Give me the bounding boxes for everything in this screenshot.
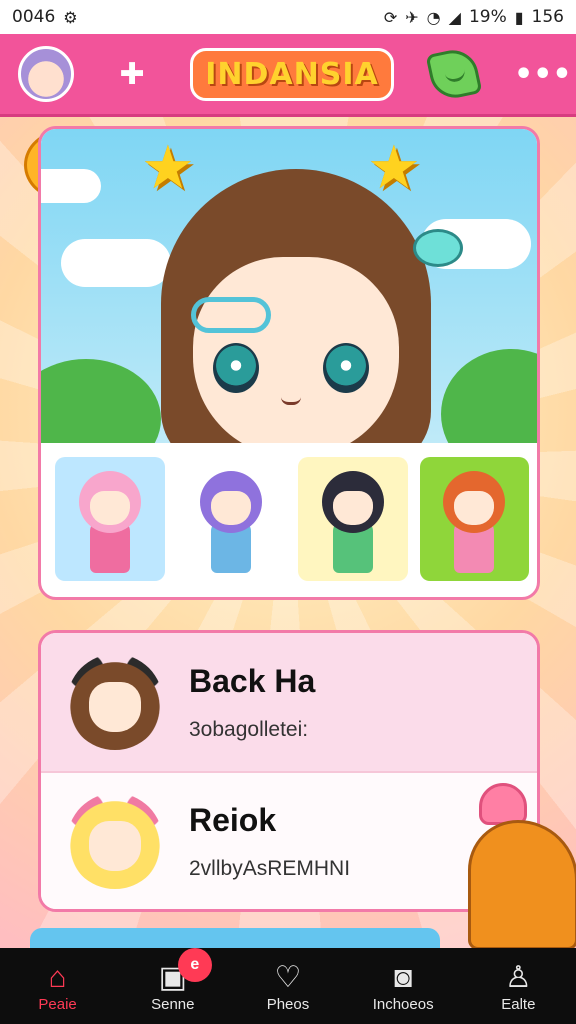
featured-character-illustration: ★ ★ xyxy=(41,129,537,443)
character-thumbnail-purple-haired-character[interactable] xyxy=(176,457,286,581)
nav-label: Senne xyxy=(151,995,195,1013)
settings-icon: ⚙ xyxy=(63,7,78,27)
star-icon: ★ xyxy=(141,133,195,203)
character-list: Back Ha 3obagolletei: Reiok 2vllbyAsREMH… xyxy=(38,630,540,912)
wifi-icon: ◔ xyxy=(426,7,441,27)
list-item-title: Back Ha xyxy=(189,662,316,699)
profile-avatar[interactable] xyxy=(18,46,74,102)
app-header: ✚ INDANSIA ••• xyxy=(0,34,576,114)
list-item[interactable]: Reiok 2vllbyAsREMHNI xyxy=(41,771,537,909)
bottom-navigation: ⌂ Peaie e ▣ Senne ♡ Pheos ◙ Inchoeos ♙ E… xyxy=(0,947,576,1024)
character-thumbnail-black-haired-character[interactable] xyxy=(298,457,408,581)
nav-inchoeos[interactable]: ◙ Inchoeos xyxy=(348,960,458,1013)
character-thumbnail-orange-haired-character[interactable] xyxy=(419,457,529,581)
list-item[interactable]: Back Ha 3obagolletei: xyxy=(41,633,537,771)
battery-icon: ▮ xyxy=(514,7,524,27)
list-item-subtitle: 3obagolletei: xyxy=(189,717,309,741)
list-item-title: Reiok xyxy=(189,801,277,838)
nav-senne[interactable]: e ▣ Senne xyxy=(118,947,228,1013)
nav-label: Pheos xyxy=(266,995,310,1013)
character-thumbnail-strip xyxy=(55,457,529,581)
signal-icon: ◢ xyxy=(448,7,461,27)
list-item-subtitle: 2vllbyAsREMHNI xyxy=(189,856,351,880)
app-brand-logo: INDANSIA xyxy=(190,47,394,101)
home-icon: ⌂ xyxy=(48,960,67,994)
nav-home[interactable]: ⌂ Peaie xyxy=(3,960,113,1013)
more-options-button[interactable]: ••• xyxy=(514,57,572,92)
status-bar: 0046 ⚙ ⟳ ✈ ◔ ◢ 19% ▮ 156 xyxy=(0,0,576,34)
notification-badge: e xyxy=(177,947,212,982)
add-button[interactable]: ✚ xyxy=(110,57,154,92)
hair-bow-icon xyxy=(413,229,463,267)
nav-pheos[interactable]: ♡ Pheos xyxy=(233,960,343,1013)
star-icon: ★ xyxy=(367,133,421,203)
nav-label: Peaie xyxy=(38,995,77,1013)
heart-sticker-icon xyxy=(479,783,527,825)
nav-label: Inchoeos xyxy=(372,995,434,1013)
featured-character-card[interactable]: ★ ★ xyxy=(38,126,540,600)
data-saver-icon: ✈ xyxy=(405,7,419,27)
leaf-mascot-icon[interactable] xyxy=(425,45,483,103)
sync-icon: ⟳ xyxy=(383,7,398,27)
next-card-edge xyxy=(30,928,440,950)
battery-level: 156 xyxy=(531,7,564,27)
fox-mascot-icon xyxy=(468,820,576,950)
camera-icon: ◙ xyxy=(394,960,413,994)
heart-icon: ♡ xyxy=(274,960,302,994)
profile-icon: ♙ xyxy=(504,960,532,994)
status-time: 0046 xyxy=(12,7,56,27)
nav-label: Ealte xyxy=(501,995,536,1013)
list-item-avatar xyxy=(67,654,163,750)
list-item-avatar xyxy=(67,793,163,889)
nav-ealte[interactable]: ♙ Ealte xyxy=(463,960,573,1013)
character-thumbnail-pink-haired-character[interactable] xyxy=(55,457,165,581)
battery-percent: 19% xyxy=(468,7,507,27)
